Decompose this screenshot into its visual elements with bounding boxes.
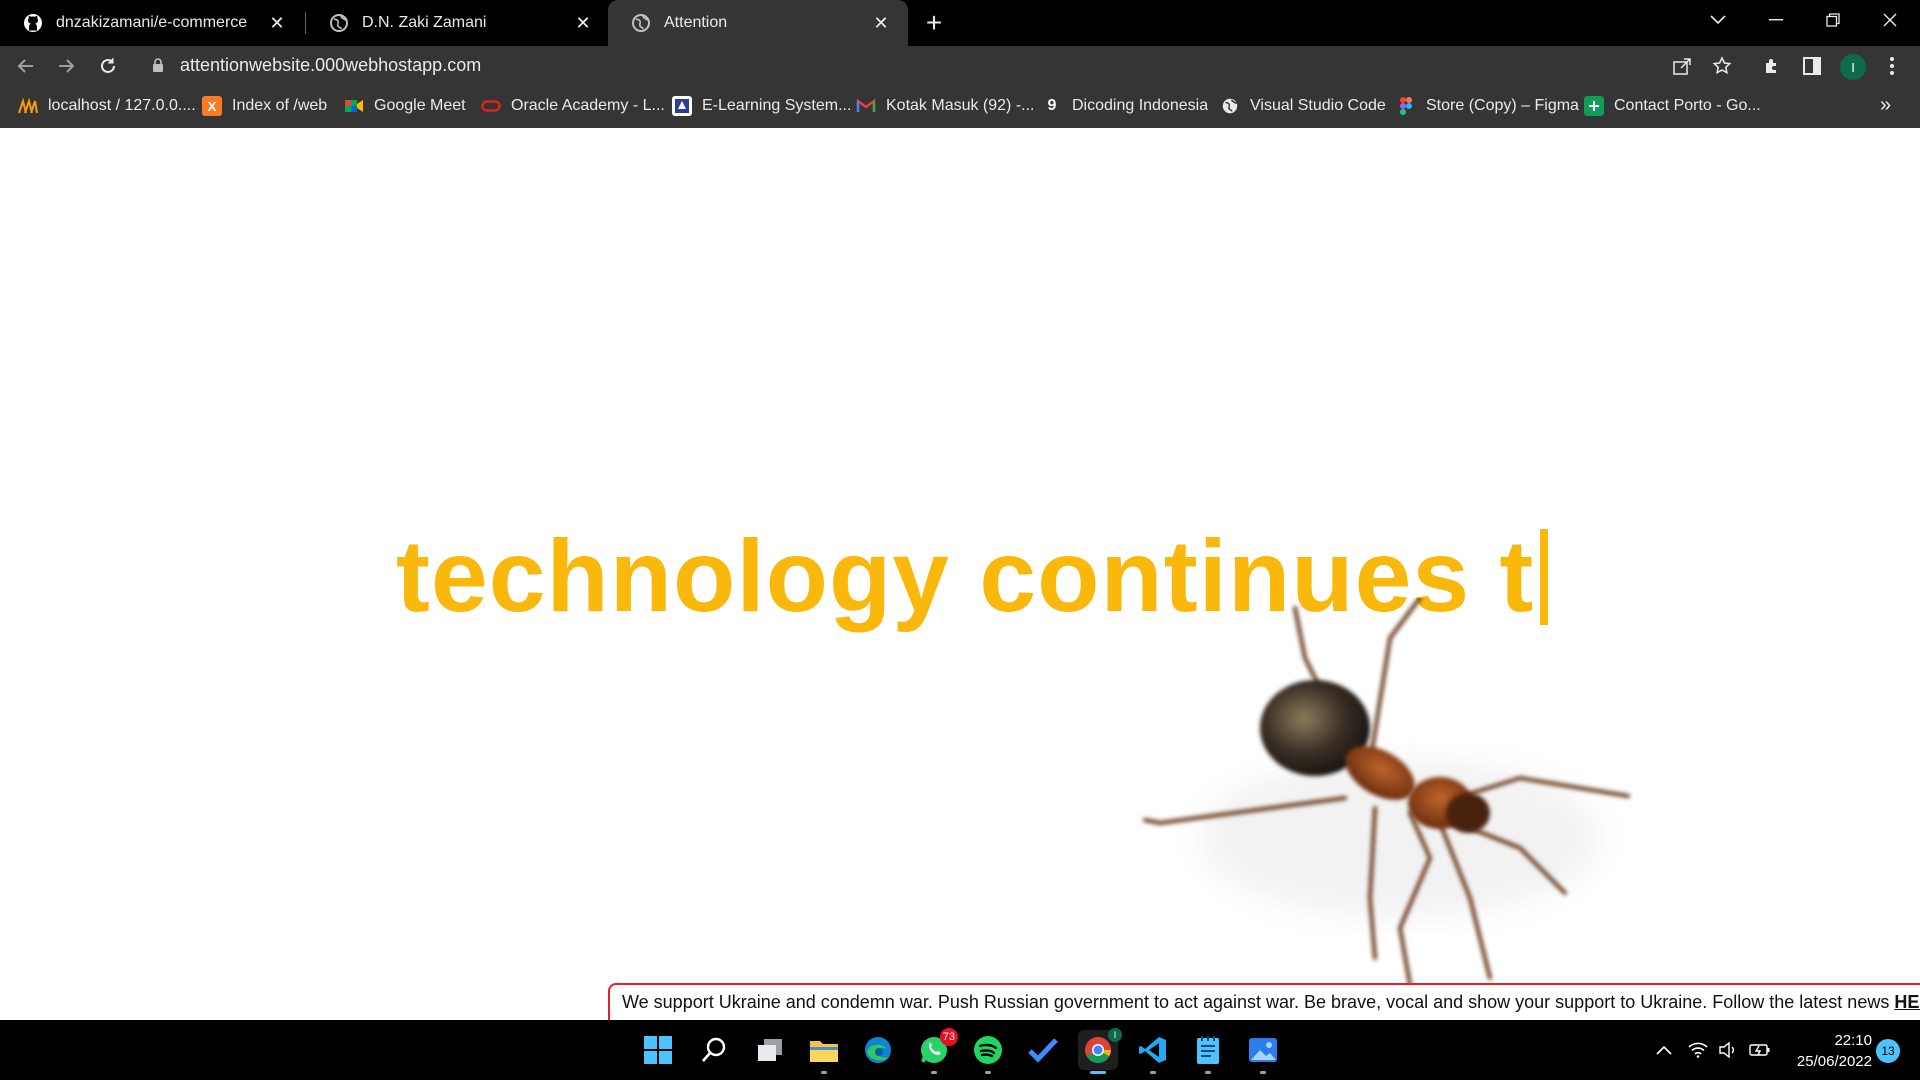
system-clock[interactable]: 22:10 25/06/2022 (1786, 1030, 1872, 1072)
bookmark-label: Contact Porto - Go... (1614, 97, 1761, 114)
close-icon[interactable]: ✕ (572, 12, 594, 34)
spotify-icon[interactable] (968, 1030, 1008, 1074)
bookmark-index-web[interactable]: X Index of /web (202, 84, 327, 128)
globe-icon (630, 12, 652, 34)
bookmark-contact-porto[interactable]: Contact Porto - Go... (1584, 84, 1761, 128)
github-icon (22, 12, 44, 34)
figma-icon (1396, 96, 1416, 116)
gmail-icon (856, 96, 876, 116)
start-icon[interactable] (638, 1030, 678, 1070)
clock-time: 22:10 (1834, 1032, 1872, 1049)
banner-text: We support Ukraine and condemn war. Push… (622, 992, 1890, 1012)
reload-button[interactable] (92, 50, 124, 82)
globe-icon (328, 12, 350, 34)
phpmyadmin-icon (18, 96, 38, 116)
bookmark-elearning[interactable]: E-Learning System... (672, 84, 851, 128)
unread-badge: 73 (939, 1028, 958, 1046)
google-sheets-icon (1584, 96, 1604, 116)
file-explorer-icon[interactable] (804, 1030, 844, 1074)
back-button[interactable] (10, 50, 42, 82)
chevron-up-icon[interactable] (1652, 1038, 1676, 1062)
dicoding-icon: 9 (1047, 97, 1057, 114)
tab-title: Attention (664, 14, 728, 31)
running-indicator (1205, 1071, 1211, 1074)
bookmark-star-icon[interactable] (1710, 54, 1734, 78)
close-icon[interactable]: ✕ (266, 12, 288, 34)
bookmark-label: Index of /web (232, 97, 328, 114)
wifi-icon[interactable] (1686, 1038, 1710, 1062)
ukraine-support-banner: We support Ukraine and condemn war. Push… (608, 983, 1920, 1020)
photos-icon[interactable] (1243, 1030, 1283, 1074)
tab-portfolio[interactable]: D.N. Zaki Zamani ✕ (306, 0, 610, 46)
bookmark-label: Kotak Masuk (92) -... (886, 97, 1035, 114)
tab-search-button[interactable] (1690, 0, 1746, 40)
vscode-icon[interactable] (1133, 1030, 1173, 1074)
clock-date: 25/06/2022 (1796, 1053, 1872, 1070)
bookmark-label: Google Meet (374, 97, 466, 114)
chrome-icon[interactable]: I (1078, 1028, 1122, 1074)
close-window-button[interactable] (1862, 0, 1918, 40)
windows-taskbar: 73 I 22:10 25/06/2022 13 (0, 1020, 1920, 1080)
search-icon[interactable] (694, 1030, 734, 1070)
running-indicator (985, 1071, 991, 1074)
side-panel-icon[interactable] (1800, 54, 1824, 78)
bookmark-label: E-Learning System... (702, 97, 852, 114)
bookmark-label: Dicoding Indonesia (1072, 97, 1209, 114)
address-bar[interactable]: attentionwebsite.000webhostapp.com (136, 49, 1766, 82)
page-content: technology continues t We support Ukrain… (0, 128, 1920, 1020)
bookmark-localhost[interactable]: localhost / 127.0.0.... (18, 84, 196, 128)
notification-count-badge[interactable]: 13 (1876, 1039, 1900, 1063)
active-indicator (1090, 1071, 1106, 1074)
whatsapp-icon[interactable]: 73 (914, 1028, 958, 1074)
bookmarks-overflow-button[interactable]: » (1880, 94, 1891, 117)
tab-title: dnzakizamani/e-commerce (56, 14, 248, 31)
battery-icon[interactable] (1748, 1038, 1772, 1062)
bookmark-vscode[interactable]: Visual Studio Code (1220, 84, 1386, 128)
bookmark-gmail[interactable]: Kotak Masuk (92) -... (856, 84, 1035, 128)
profile-badge: I (1108, 1028, 1122, 1042)
todo-icon[interactable] (1023, 1030, 1063, 1070)
ant-image (1143, 598, 1630, 998)
tab-strip: dnzakizamani/e-commerce ✕ D.N. Zaki Zama… (0, 0, 1920, 46)
bookmarks-bar: localhost / 127.0.0.... X Index of /web … (0, 84, 1920, 128)
task-view-icon[interactable] (750, 1030, 790, 1070)
tab-attention[interactable]: Attention ✕ (608, 0, 908, 46)
globe-icon (1220, 96, 1240, 116)
forward-button[interactable] (50, 50, 82, 82)
browser-toolbar: attentionwebsite.000webhostapp.com I (0, 46, 1920, 84)
bookmark-google-meet[interactable]: Google Meet (344, 84, 466, 128)
google-meet-icon (344, 96, 364, 116)
bookmark-oracle-academy[interactable]: Oracle Academy - L... (481, 84, 665, 128)
url-text: attentionwebsite.000webhostapp.com (180, 55, 482, 75)
bookmark-label: Oracle Academy - L... (511, 97, 665, 114)
extensions-icon[interactable] (1760, 54, 1784, 78)
tab-github[interactable]: dnzakizamani/e-commerce ✕ (0, 0, 304, 46)
share-icon[interactable] (1670, 54, 1694, 78)
bookmark-figma[interactable]: Store (Copy) – Figma (1396, 84, 1579, 128)
running-indicator (931, 1071, 937, 1074)
running-indicator (1150, 1071, 1156, 1074)
running-indicator (821, 1071, 827, 1074)
lock-icon[interactable] (148, 56, 168, 76)
close-icon[interactable]: ✕ (870, 12, 892, 34)
bookmark-label: Visual Studio Code (1250, 97, 1386, 114)
menu-icon[interactable] (1880, 54, 1904, 78)
bookmark-label: Store (Copy) – Figma (1426, 97, 1579, 114)
oracle-icon (481, 96, 501, 116)
notepad-icon[interactable] (1188, 1030, 1228, 1074)
xampp-icon: X (202, 96, 222, 116)
bookmark-label: localhost / 127.0.0.... (48, 97, 196, 114)
new-tab-button[interactable]: + (918, 7, 950, 39)
tab-title: D.N. Zaki Zamani (362, 14, 487, 31)
restore-button[interactable] (1805, 0, 1861, 40)
profile-avatar[interactable]: I (1840, 54, 1866, 80)
banner-here-link[interactable]: HERE (1894, 992, 1920, 1013)
bookmark-dicoding[interactable]: 9 Dicoding Indonesia (1042, 84, 1209, 128)
volume-icon[interactable] (1716, 1038, 1740, 1062)
elearning-icon (672, 96, 692, 116)
minimize-button[interactable] (1748, 0, 1804, 40)
edge-icon[interactable] (858, 1030, 898, 1070)
running-indicator (1260, 1071, 1266, 1074)
